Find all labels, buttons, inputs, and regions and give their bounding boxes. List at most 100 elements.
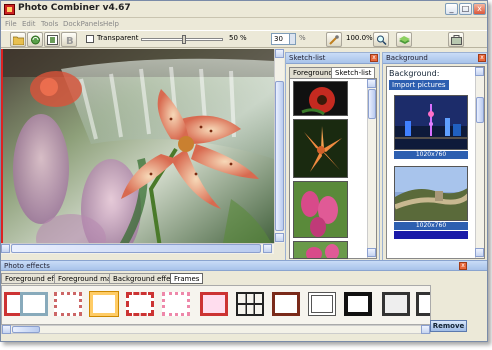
sketch-thumb-red-flower[interactable] [293,81,348,116]
remove-button[interactable]: Remove [430,320,467,332]
background-header: Background x [383,53,487,64]
sketch-list-title: Sketch-list [289,54,326,62]
sketch-list-box [289,78,377,259]
menu-help[interactable]: Help [103,18,119,30]
window-title: Photo Combiner v4.67 [18,3,131,13]
frames-gallery [1,285,431,325]
frame-option[interactable] [20,292,48,316]
transparent-checkbox[interactable] [86,35,94,43]
frame-option[interactable] [126,292,154,316]
background-list: Background: Import pictures 1020x760 102… [386,66,485,259]
photo-effects-close-button[interactable]: x [459,262,467,270]
canvas-vscroll-thumb[interactable] [275,81,284,231]
transparency-unit: % [240,34,247,42]
refresh-button[interactable] [27,32,43,47]
transparency-slider[interactable] [141,35,223,44]
background-thumb-city[interactable] [394,95,468,150]
toolbar: B Transparent 50 % 30 % 100.0% [1,30,487,48]
frames-scroll-thumb[interactable] [12,326,40,333]
frames-scrollbar[interactable] [1,325,431,334]
maximize-button[interactable]: □ [459,3,472,15]
frame-option[interactable] [308,292,336,316]
canvas-hscroll-thumb[interactable] [11,244,261,253]
tab-foreground[interactable]: Foreground [289,67,337,78]
tab-sketch-list[interactable]: Sketch-list [331,67,376,78]
menu-tools[interactable]: Tools [41,18,58,30]
app-icon [4,4,15,15]
size-value: 30 [274,35,283,43]
background-heading: Background: [389,69,440,78]
menu-edit[interactable]: Edit [22,18,36,30]
frames-scroll-right[interactable] [421,325,430,334]
frame-option[interactable] [382,292,410,316]
frame-option[interactable] [236,292,264,316]
frame-option[interactable] [162,292,190,316]
menu-bar: File Edit Tools DockPanels Help [1,18,487,30]
options-button[interactable] [448,32,464,47]
sketch-scroll-thumb[interactable] [368,89,376,119]
frame-option[interactable] [416,292,430,316]
menu-dockpanels[interactable]: DockPanels [63,18,103,30]
minimize-button[interactable]: _ [445,3,458,15]
app-window: Photo Combiner v4.67 _ □ x File Edit Too… [0,0,488,342]
sketch-scroll-up[interactable] [367,79,376,88]
photo-effects-header: Photo effects x [1,260,487,271]
frame-button[interactable] [44,32,60,47]
background-scroll-down[interactable] [475,248,484,257]
transparency-value: 50 [229,34,238,42]
frame-option[interactable] [200,292,228,316]
frame-option[interactable] [89,291,119,317]
background-panel: Background x Background: Import pictures… [382,52,487,261]
combined-photo [1,49,274,254]
transparent-label: Transparent [97,34,139,42]
sketch-list-header: Sketch-list x [286,53,379,64]
menu-file[interactable]: File [5,18,17,30]
canvas-vertical-scrollbar[interactable] [274,49,284,243]
spinner-arrows[interactable] [289,34,295,44]
sketch-thumb-lily[interactable] [293,119,348,178]
background-caption-1: 1020x760 [394,151,468,159]
import-pictures-button[interactable]: Import pictures [389,80,449,90]
background-close-button[interactable]: x [478,54,486,62]
frame-option[interactable] [54,292,82,316]
background-scroll-thumb[interactable] [476,97,484,123]
scroll-down-arrow[interactable] [275,233,284,242]
canvas-horizontal-scrollbar[interactable] [1,243,274,254]
zoom-in-button[interactable] [373,32,389,47]
lily-image [304,126,342,172]
background-scrollbar[interactable] [475,67,484,258]
tab-frames[interactable]: Frames [170,273,204,284]
effects-tabs: Foreground effect Foreground mask Backgr… [1,272,487,284]
background-thumb-wall[interactable] [394,166,468,221]
frames-scroll-left[interactable] [2,325,11,334]
red-flower-image [301,87,335,115]
photo-effects-title: Photo effects [4,262,50,270]
text-icon: B [66,36,74,45]
city-night-image [395,96,467,149]
tulips-image-2 [306,244,339,258]
layers-button[interactable] [396,32,412,47]
scroll-right-arrow[interactable] [263,244,272,253]
zoom-tool-button[interactable] [326,32,342,47]
title-bar[interactable]: Photo Combiner v4.67 _ □ x [1,1,487,18]
scroll-up-arrow[interactable] [275,49,284,58]
sketch-list-close-button[interactable]: x [370,54,378,62]
toolbox-icon [451,35,462,45]
frame-option[interactable] [344,292,372,316]
size-spinner[interactable]: 30 [271,33,296,45]
photo-canvas[interactable] [1,49,274,254]
great-wall-image [395,167,467,220]
sketch-thumb-partial[interactable] [293,241,348,259]
sketch-thumb-tulips[interactable] [293,181,348,238]
transparency-slider-thumb[interactable] [182,35,186,44]
close-button[interactable]: x [473,3,486,15]
sketch-list-scrollbar[interactable] [367,79,376,258]
sketch-scroll-down[interactable] [367,248,376,257]
frame-option[interactable] [272,292,300,316]
scroll-left-arrow[interactable] [1,244,10,253]
background-scroll-up[interactable] [475,67,484,76]
refresh-icon [31,35,40,45]
open-button[interactable] [10,32,26,47]
bold-button[interactable]: B [61,32,77,47]
folder-icon [13,36,24,45]
